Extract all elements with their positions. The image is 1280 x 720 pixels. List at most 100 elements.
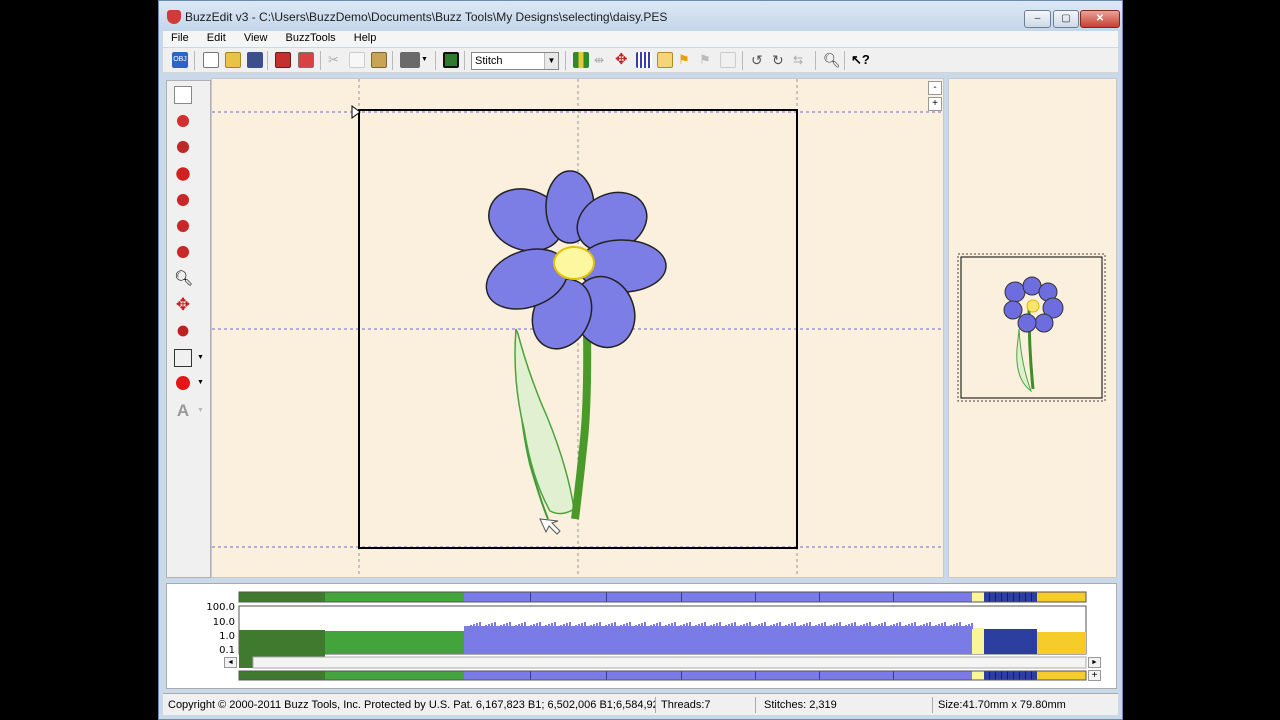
density-bar	[972, 628, 984, 654]
density-spike	[764, 622, 766, 629]
thread-color-strip-lower	[325, 671, 464, 680]
menu-buzztools[interactable]: BuzzTools	[278, 31, 343, 44]
density-spike	[899, 622, 901, 629]
zoom-tool-icon[interactable]: 🔍︎	[174, 270, 193, 288]
context-help-icon[interactable]: ↖?	[851, 52, 873, 68]
minimize-button[interactable]: –	[1024, 10, 1051, 28]
density-spike	[599, 622, 601, 629]
scroll-left-button[interactable]: ◄	[224, 657, 237, 668]
graph-y-label: 1.0	[219, 631, 235, 642]
heart-design-icon[interactable]	[298, 52, 314, 68]
cut-icon[interactable]: ✂	[328, 52, 344, 68]
copy-icon[interactable]	[349, 52, 365, 68]
open-folder-icon[interactable]	[225, 52, 241, 68]
node-edit-icon[interactable]	[174, 138, 192, 156]
text-tool-icon[interactable]: A	[174, 402, 192, 420]
menu-view[interactable]: View	[236, 31, 275, 44]
shape-tool-icon[interactable]	[174, 349, 192, 367]
duplicate-icon[interactable]	[720, 52, 736, 68]
maximize-button[interactable]: ▢	[1053, 10, 1079, 28]
stitch-add-icon[interactable]	[174, 165, 192, 183]
density-spike	[950, 625, 952, 629]
add-thread-button[interactable]: +	[1088, 670, 1101, 681]
density-spike	[875, 625, 877, 629]
select-tool-icon[interactable]	[174, 86, 192, 104]
density-spike	[803, 624, 805, 629]
density-spike	[842, 626, 844, 629]
density-spike	[548, 624, 550, 629]
density-spike	[560, 625, 562, 629]
stitch-insert-icon[interactable]	[174, 217, 192, 235]
thread-density-graph[interactable]	[167, 584, 1118, 690]
circle-dropdown-chevron-icon[interactable]: ▼	[197, 374, 205, 392]
density-spike	[470, 625, 472, 629]
status-bar: Copyright © 2000-2011 Buzz Tools, Inc. P…	[163, 693, 1118, 715]
stitch-trim-icon[interactable]	[174, 243, 192, 261]
close-button[interactable]: ✕	[1080, 10, 1120, 28]
stitch-import-icon[interactable]	[275, 52, 291, 68]
density-spike	[554, 622, 556, 629]
move-center-icon[interactable]: ✥	[615, 52, 631, 68]
print-dropdown-chevron-icon[interactable]: ▼	[421, 52, 429, 68]
object-mode-button[interactable]: OBJ	[172, 52, 188, 68]
density-spike	[644, 622, 646, 629]
save-icon[interactable]	[247, 52, 263, 68]
stitch-block-divider	[755, 592, 756, 602]
resize-icon[interactable]	[657, 52, 673, 68]
menu-file[interactable]: File	[163, 31, 196, 44]
zoom-icon[interactable]: 🔍︎	[823, 52, 841, 68]
zoom-in-button[interactable]: +	[928, 97, 942, 111]
density-spike	[467, 626, 469, 629]
stitch-delete-icon[interactable]	[174, 191, 192, 209]
paste-icon[interactable]	[371, 52, 387, 68]
density-spike	[527, 626, 529, 629]
density-spike	[662, 626, 664, 629]
density-spike	[782, 626, 784, 629]
density-spike	[758, 624, 760, 629]
graph-scroll-track	[252, 656, 1087, 669]
density-spike	[689, 622, 691, 629]
density-spike	[773, 624, 775, 629]
color-bars-icon[interactable]	[573, 52, 589, 68]
zoom-out-button[interactable]: -	[928, 81, 942, 95]
view-mode-select[interactable]: Stitch ▼	[471, 52, 559, 70]
threads-status: Threads:7	[658, 697, 756, 713]
rotate-right-icon[interactable]: ↻	[772, 52, 788, 68]
daisy-design[interactable]	[478, 170, 667, 520]
chevron-down-icon[interactable]: ▼	[544, 53, 558, 69]
density-spike	[869, 622, 871, 629]
density-spike	[821, 623, 823, 629]
density-spike	[938, 624, 940, 629]
end-flag-icon[interactable]: ⚑	[699, 52, 715, 68]
menu-help[interactable]: Help	[346, 31, 384, 44]
density-spike	[653, 624, 655, 629]
start-flag-icon[interactable]: ⚑	[678, 52, 694, 68]
density-spike	[623, 624, 625, 629]
density-spike	[953, 624, 955, 629]
hoop-icon[interactable]	[443, 52, 459, 68]
new-file-icon[interactable]	[203, 52, 219, 68]
shape-dropdown-chevron-icon[interactable]: ▼	[197, 349, 205, 367]
stitch-block-divider	[819, 592, 820, 602]
design-canvas[interactable]: - +	[211, 78, 944, 578]
lasso-select-icon[interactable]	[174, 112, 192, 130]
title-bar[interactable]: BuzzEdit v3 - C:\Users\BuzzDemo\Document…	[159, 1, 1122, 31]
density-spike	[713, 624, 715, 629]
density-spike	[797, 626, 799, 629]
rotate-left-icon[interactable]: ↺	[751, 52, 767, 68]
menu-edit[interactable]: Edit	[199, 31, 233, 44]
text-dropdown-chevron-icon[interactable]: ▼	[197, 402, 205, 420]
density-spike	[566, 623, 568, 629]
split-icon[interactable]: ⇹	[594, 52, 610, 68]
measure-tool-icon[interactable]	[174, 322, 192, 340]
density-spike	[491, 623, 493, 629]
buzzedit-app-icon[interactable]	[167, 10, 181, 24]
pan-tool-icon[interactable]: ✥	[174, 296, 192, 314]
preview-petal	[1003, 300, 1023, 320]
scroll-right-button[interactable]: ►	[1088, 657, 1101, 668]
circle-tool-icon[interactable]	[176, 376, 190, 390]
stitch-density-icon[interactable]	[636, 52, 652, 68]
density-spike	[902, 626, 904, 629]
mirror-icon[interactable]: ⇆	[793, 52, 809, 68]
print-icon[interactable]	[400, 52, 420, 68]
